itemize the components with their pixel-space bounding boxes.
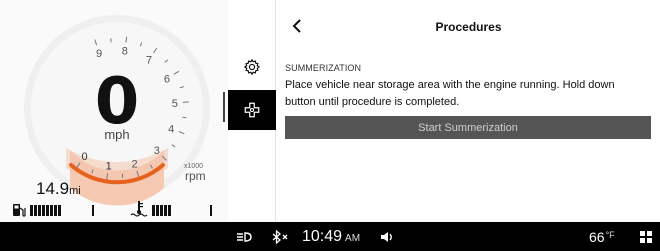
odometer-unit: mi: [69, 185, 81, 197]
level-segment: [164, 205, 167, 216]
bluetooth-disconnected-icon[interactable]: [271, 222, 291, 251]
temperature-unit: °F: [605, 230, 615, 240]
fuel-pump-icon: [13, 204, 26, 217]
level-segment: [156, 205, 159, 216]
level-segment: [42, 205, 45, 216]
tach-label: 7: [146, 55, 152, 67]
level-segment: [168, 205, 171, 216]
tach-label: 0: [82, 151, 88, 163]
tach-label: 4: [168, 124, 174, 136]
procedure-instructions: Place vehicle near storage area with the…: [285, 79, 615, 108]
highbeam-off-icon[interactable]: [236, 222, 252, 251]
volume-icon[interactable]: [380, 222, 396, 251]
level-segment: [160, 205, 163, 216]
clock-time: 10:49: [302, 227, 343, 245]
coolant-bar-end: [210, 205, 212, 216]
tach-label: 1: [106, 160, 112, 172]
tach-tick: [182, 101, 189, 103]
level-segment: [58, 205, 61, 216]
speed-unit: mph: [104, 127, 130, 142]
level-segment: [50, 205, 53, 216]
level-segment: [34, 205, 37, 216]
procedures-panel: Procedures SUMMERIZATION Place vehicle n…: [277, 0, 660, 222]
section-label: SUMMERIZATION: [285, 63, 362, 73]
level-segment: [152, 205, 155, 216]
tach-label: 8: [122, 46, 128, 58]
start-summerization-button[interactable]: Start Summerization: [285, 116, 651, 139]
speed-value: 0: [94, 65, 140, 139]
gauge-cluster: 9876543210 0 mph x1000 rpm 14.9mi: [0, 0, 228, 222]
settings-button[interactable]: [228, 47, 276, 87]
tach-label: 3: [154, 145, 160, 157]
tach-label: 9: [96, 48, 102, 60]
coolant-temp-icon: [130, 201, 148, 217]
fuel-bar-end: [92, 205, 94, 216]
fuel-level-bar: [30, 205, 61, 216]
tach-label: 2: [131, 158, 137, 170]
gear-icon: [243, 58, 261, 76]
side-menu: [228, 0, 276, 222]
tach-tick: [182, 116, 187, 119]
rpm-unit: rpm: [185, 169, 206, 183]
procedures-button[interactable]: [228, 90, 276, 130]
level-indicators: [10, 200, 225, 220]
coolant-level-bar: [152, 205, 171, 216]
odometer: 14.9mi: [36, 179, 81, 199]
status-bar: 10:49 AM 66 °F: [0, 222, 660, 251]
scroll-indicator[interactable]: [223, 92, 225, 122]
tach-label: 6: [164, 73, 170, 85]
level-segment: [38, 205, 41, 216]
odometer-value: 14.9: [36, 179, 70, 198]
level-segment: [54, 205, 57, 216]
clock: 10:49 AM: [302, 222, 360, 251]
tach-label: 5: [172, 98, 178, 110]
temperature-value: 66: [589, 228, 605, 245]
level-segment: [46, 205, 49, 216]
level-segment: [30, 205, 33, 216]
outside-temperature: 66 °F: [589, 222, 615, 251]
clock-ampm: AM: [345, 233, 361, 244]
page-title: Procedures: [435, 20, 502, 34]
grid-menu-icon[interactable]: [640, 222, 652, 251]
tool-icon: [244, 102, 260, 118]
